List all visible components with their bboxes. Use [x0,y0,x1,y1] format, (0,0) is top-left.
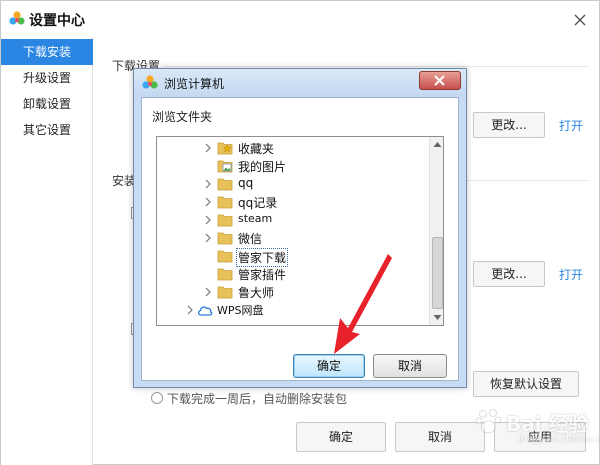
tree-item-favorites[interactable]: 收藏夹 [157,139,429,157]
section-divider [164,66,589,67]
folder-icon [217,286,233,299]
dialog-body: 浏览文件夹 收藏夹 我的图片 qq qq记录 steam 微信 管家下载 管家插… [141,97,459,381]
tree-item-qq[interactable]: qq [157,175,429,193]
scroll-down-icon[interactable] [433,314,442,321]
paw-logo-icon [475,409,502,434]
tree-scrollbar[interactable] [429,137,443,325]
expand-arrow-icon[interactable] [203,215,213,225]
sidebar: 下载安装 升级设置 卸载设置 其它设置 [1,37,93,465]
app-logo-icon [9,11,25,25]
folder-icon [217,250,233,263]
folder-icon [217,196,233,209]
change-path-button-2[interactable]: 更改... [473,261,545,287]
tree-item-label: steam [238,212,273,225]
folder-tree[interactable]: 收藏夹 我的图片 qq qq记录 steam 微信 管家下载 管家插件 鲁大师 … [156,136,444,326]
sidebar-item-uninstall[interactable]: 卸载设置 [1,91,93,117]
folder-icon [217,214,233,227]
expand-arrow-icon[interactable] [185,305,195,315]
auto-delete-option-label: 下载完成一周后，自动删除安装包 [167,392,348,406]
close-icon[interactable] [569,9,591,31]
folder-icon [217,268,233,281]
watermark-sub: jingyan.baidu.com [518,432,600,445]
expand-arrow-icon[interactable] [203,287,213,297]
sidebar-item-upgrade[interactable]: 升级设置 [1,65,93,91]
annotation-arrow-icon [334,254,392,354]
expand-arrow-icon[interactable] [203,233,213,243]
open-folder-link-1[interactable]: 打开 [559,117,583,134]
expand-arrow-icon[interactable] [203,179,213,189]
star-folder-icon [217,142,233,155]
tree-item-my-pictures[interactable]: 我的图片 [157,157,429,175]
tree-item-steam[interactable]: steam [157,211,429,229]
cloud-icon [198,306,213,316]
tree-scrollbar-thumb[interactable] [432,237,443,309]
tree-item-qq-records[interactable]: qq记录 [157,193,429,211]
title-bar: 设置中心 [1,1,599,37]
tree-item-label: 管家插件 [238,268,287,282]
dialog-title-bar: 浏览计算机 [134,69,466,97]
expand-arrow-icon[interactable] [203,197,213,207]
tree-item-label: qq [238,176,254,190]
picture-folder-icon [217,160,233,173]
ok-button[interactable]: 确定 [296,422,386,452]
window-title: 设置中心 [29,13,85,29]
dialog-close-button[interactable] [419,71,461,90]
dialog-description: 浏览文件夹 [152,110,213,124]
tree-item-label: 微信 [238,232,263,246]
scroll-up-icon[interactable] [433,141,442,148]
tree-item-label: qq记录 [238,196,278,210]
tree-item-label: 我的图片 [238,160,287,174]
browse-computer-dialog: 浏览计算机 浏览文件夹 收藏夹 我的图片 qq qq记录 steam 微信 管家… [133,68,467,388]
dialog-title: 浏览计算机 [164,77,225,91]
tree-item-wechat[interactable]: 微信 [157,229,429,247]
tree-item-label: WPS网盘 [217,304,264,317]
folder-icon [217,178,233,191]
app-logo-icon [142,75,158,89]
sidebar-item-download-install[interactable]: 下载安装 [1,39,93,65]
auto-delete-radio[interactable] [151,392,163,404]
close-icon [434,75,445,86]
folder-icon [217,232,233,245]
expand-arrow-icon[interactable] [203,143,213,153]
change-path-button-1[interactable]: 更改... [473,112,545,138]
restore-default-button[interactable]: 恢复默认设置 [473,371,579,397]
open-folder-link-2[interactable]: 打开 [559,266,583,283]
sidebar-item-other[interactable]: 其它设置 [1,117,93,143]
baidu-watermark: Bai 经验 jingyan.baidu.com [472,402,600,452]
tree-item-label: 鲁大师 [238,286,275,300]
section-divider [466,180,589,181]
tree-item-label: 收藏夹 [238,142,275,156]
